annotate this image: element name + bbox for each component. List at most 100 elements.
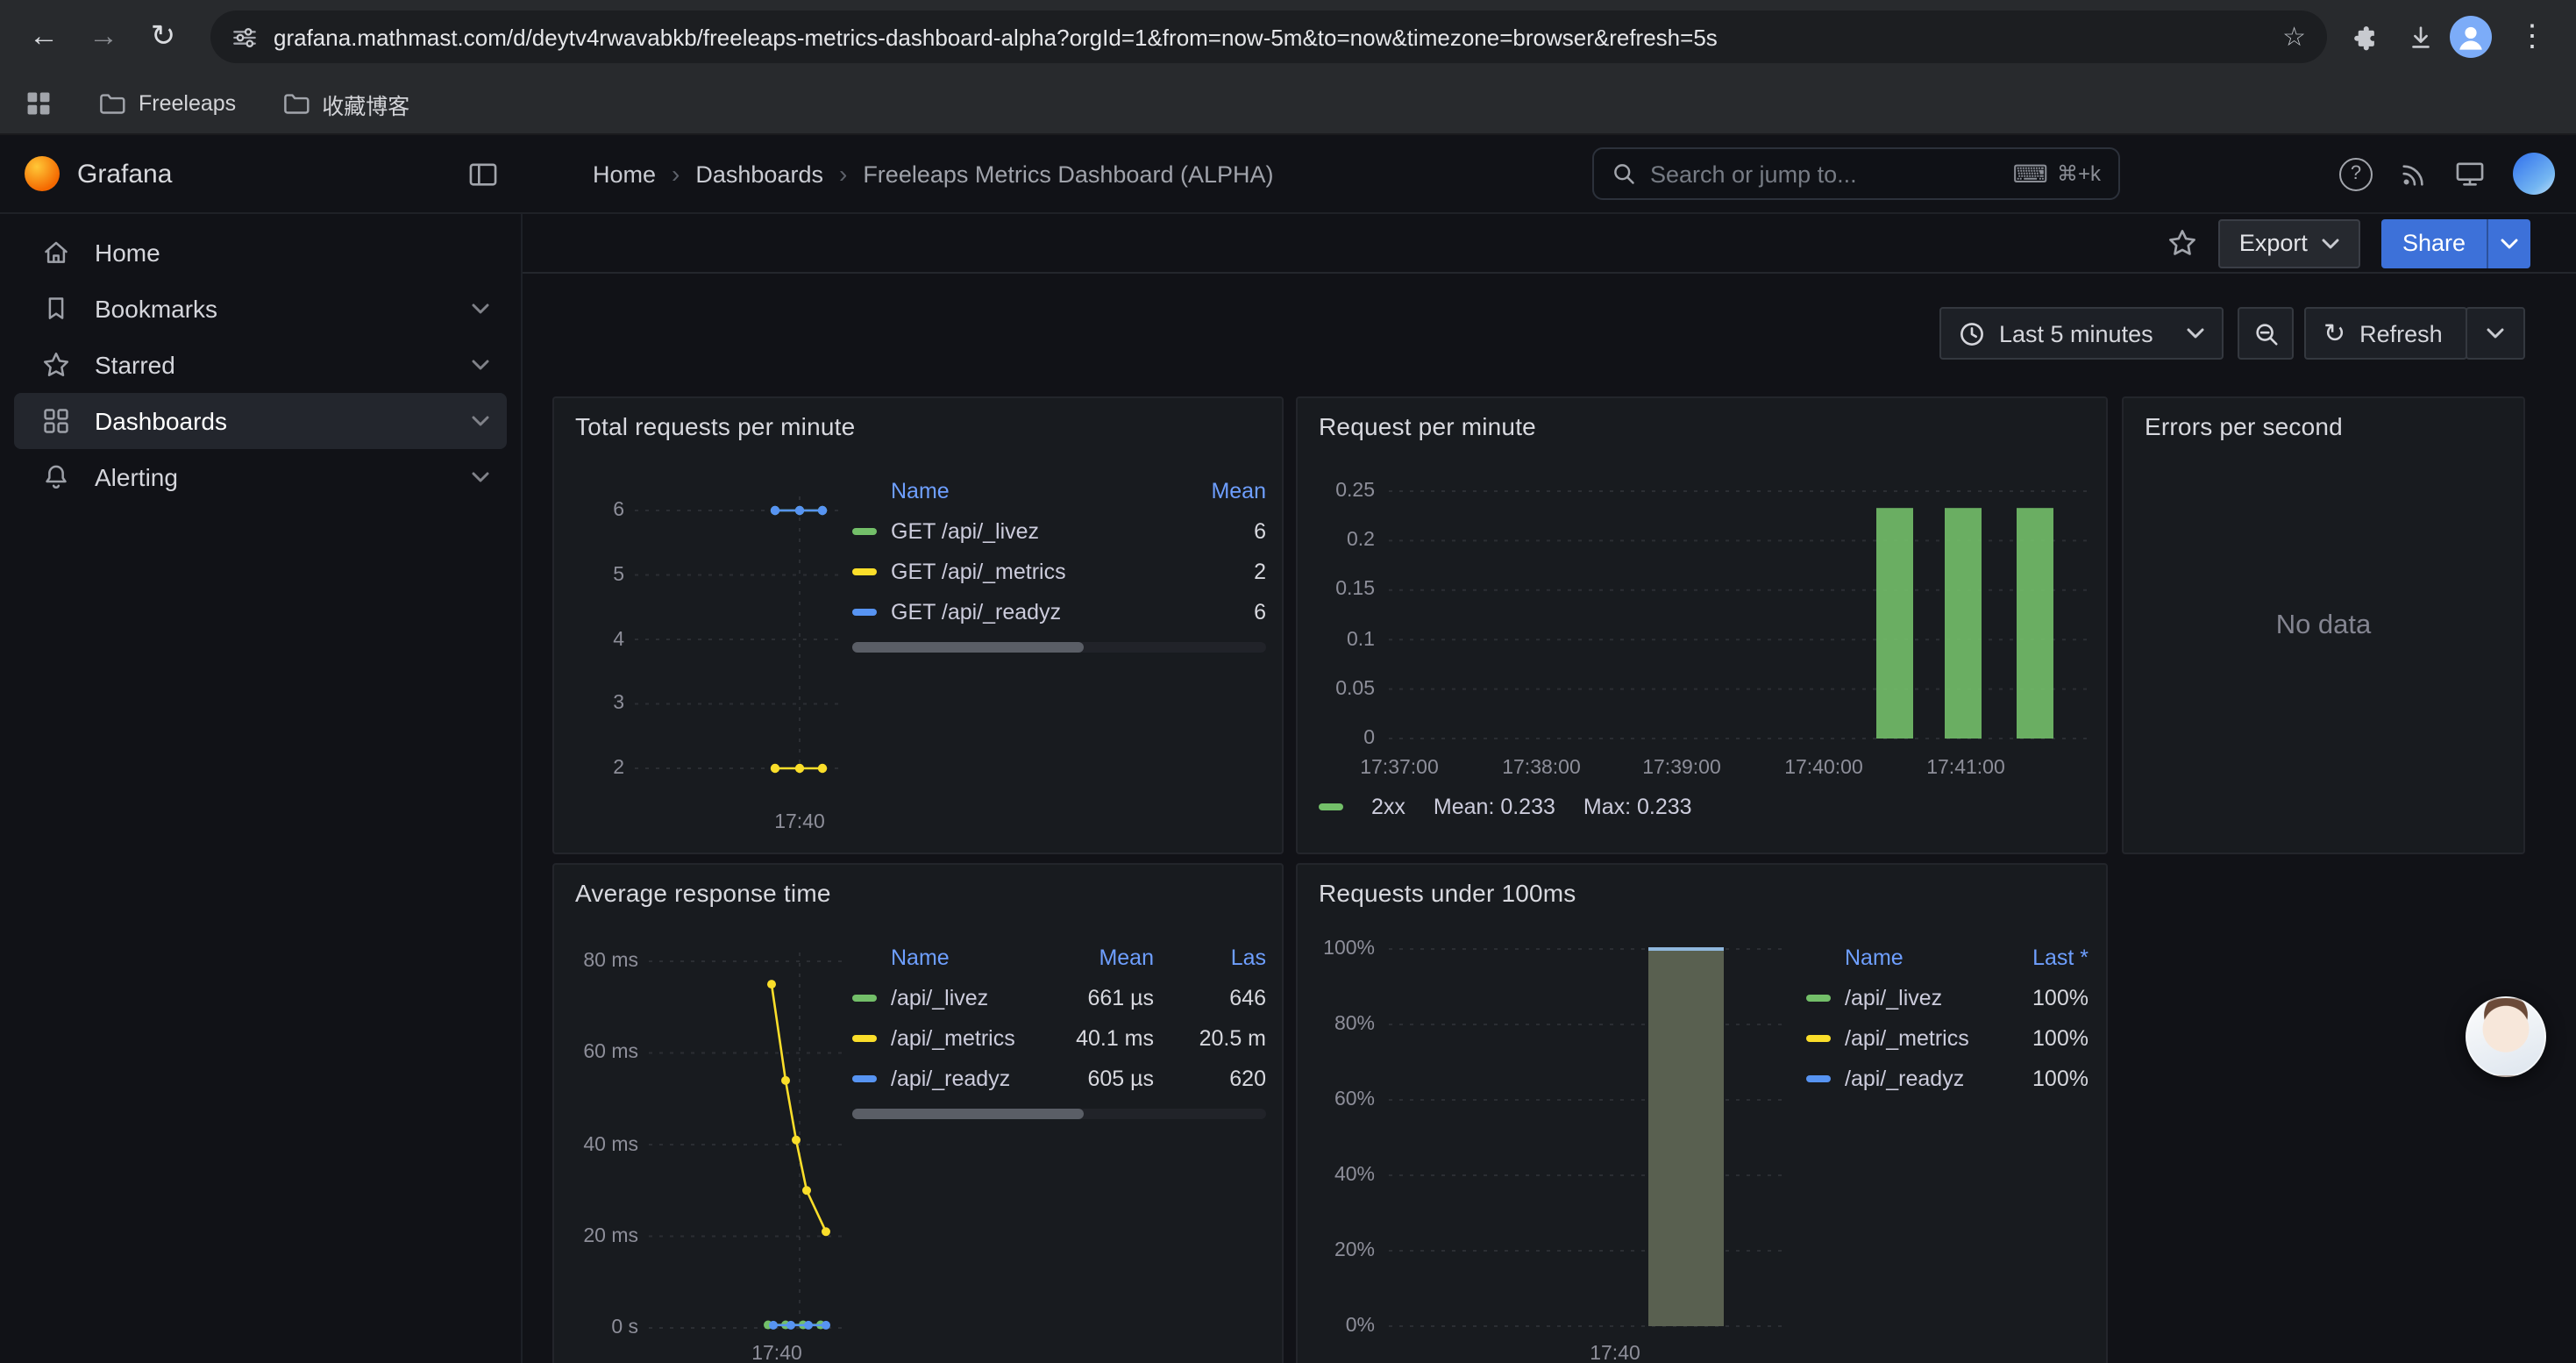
legend-series-name[interactable]: /api/_metrics bbox=[852, 1025, 1042, 1050]
legend-bottom[interactable]: 2xx Mean: 0.233 Max: 0.233 bbox=[1319, 795, 1692, 819]
legend-table: NameMeanLas/api/_livez661 µs646/api/_met… bbox=[852, 938, 1266, 1098]
search-input[interactable]: Search or jump to... ⌨ ⌘+k bbox=[1592, 147, 2120, 200]
apps-grid-icon[interactable] bbox=[25, 89, 53, 118]
refresh-button[interactable]: ↻ Refresh bbox=[2304, 307, 2467, 360]
sidebar-item-alerting[interactable]: Alerting bbox=[14, 449, 507, 505]
bookmark-item-freeleaps[interactable]: Freeleaps bbox=[98, 91, 236, 116]
legend-header-row: NameMeanLas bbox=[852, 938, 1266, 977]
sidebar-toggle-icon[interactable] bbox=[468, 161, 498, 187]
legend-row[interactable]: /api/_metrics100% bbox=[1806, 1017, 2089, 1058]
export-button[interactable]: Export bbox=[2218, 218, 2360, 268]
zoom-out-button[interactable] bbox=[2238, 307, 2294, 360]
legend-header[interactable]: Name bbox=[1806, 946, 1976, 970]
legend-series-name[interactable]: /api/_readyz bbox=[1806, 1066, 1976, 1090]
legend-header[interactable]: Last * bbox=[1976, 946, 2089, 970]
favorite-star-icon[interactable] bbox=[2167, 228, 2197, 258]
extensions-icon[interactable] bbox=[2348, 22, 2378, 52]
chevron-down-icon bbox=[2501, 238, 2518, 248]
back-icon[interactable]: ← bbox=[18, 11, 70, 63]
legend-header[interactable]: Name bbox=[852, 946, 1042, 970]
breadcrumb-current: Freeleaps Metrics Dashboard (ALPHA) bbox=[863, 161, 1273, 187]
legend-value: 646 bbox=[1154, 985, 1266, 1010]
bar bbox=[1648, 949, 1724, 1326]
site-settings-icon[interactable] bbox=[231, 24, 258, 50]
legend-series-name[interactable]: /api/_readyz bbox=[852, 1066, 1042, 1090]
chevron-down-icon[interactable] bbox=[472, 360, 489, 370]
sidebar: Home Bookmarks Starred Dashbo bbox=[0, 214, 523, 1363]
series-point bbox=[781, 1076, 790, 1085]
search-placeholder: Search or jump to... bbox=[1650, 161, 1999, 187]
legend-header[interactable]: Mean bbox=[1042, 946, 1154, 970]
series-point bbox=[822, 1227, 830, 1236]
share-menu-button[interactable] bbox=[2487, 218, 2530, 268]
legend-row[interactable]: /api/_livez661 µs646 bbox=[852, 977, 1266, 1017]
panel-total-requests-per-minute[interactable]: Total requests per minute 6543217:40 Nam… bbox=[552, 396, 1284, 854]
reload-icon[interactable]: ↻ bbox=[137, 11, 189, 63]
breadcrumb-dashboards[interactable]: Dashboards bbox=[695, 161, 823, 187]
legend-series-name[interactable]: GET /api/_readyz bbox=[852, 599, 1154, 624]
series-name-text: /api/_metrics bbox=[891, 1025, 1015, 1050]
legend-scrollbar[interactable] bbox=[852, 1109, 1266, 1119]
panel-request-per-minute[interactable]: Request per minute 0.250.20.150.10.05017… bbox=[1296, 396, 2108, 854]
browser-menu-icon[interactable]: ⋮ bbox=[2506, 11, 2558, 63]
sidebar-item-home[interactable]: Home bbox=[14, 225, 507, 281]
sidebar-item-dashboards[interactable]: Dashboards bbox=[14, 393, 507, 449]
breadcrumb-home[interactable]: Home bbox=[593, 161, 656, 187]
forward-icon[interactable]: → bbox=[77, 11, 130, 63]
series-point bbox=[771, 506, 779, 515]
downloads-icon[interactable] bbox=[2406, 22, 2436, 52]
legend-header[interactable]: Las bbox=[1154, 946, 1266, 970]
share-label: Share bbox=[2402, 230, 2466, 256]
legend-row[interactable]: /api/_livez100% bbox=[1806, 977, 2089, 1017]
sidebar-item-label: Dashboards bbox=[95, 407, 447, 435]
series-label[interactable]: 2xx bbox=[1371, 795, 1405, 819]
share-button[interactable]: Share bbox=[2381, 218, 2487, 268]
legend-scrollbar[interactable] bbox=[852, 642, 1266, 653]
grafana-logo-icon[interactable] bbox=[25, 156, 60, 191]
panel-errors-per-second[interactable]: Errors per second No data bbox=[2122, 396, 2525, 854]
refresh-interval-button[interactable] bbox=[2466, 307, 2525, 360]
time-range-button[interactable]: Last 5 minutes bbox=[1939, 307, 2224, 360]
home-icon bbox=[42, 239, 70, 267]
assistant-avatar[interactable] bbox=[2466, 996, 2546, 1077]
help-icon[interactable]: ? bbox=[2339, 157, 2373, 190]
legend-series-name[interactable]: GET /api/_metrics bbox=[852, 559, 1154, 583]
browser-profile-avatar[interactable] bbox=[2450, 16, 2492, 58]
series-name-text: /api/_metrics bbox=[1845, 1025, 1969, 1050]
url-bar[interactable]: grafana.mathmast.com/d/deytv4rwavabkb/fr… bbox=[210, 11, 2327, 63]
news-rss-icon[interactable] bbox=[2401, 161, 2427, 187]
bookmark-page-star-icon[interactable]: ☆ bbox=[2282, 21, 2306, 53]
sidebar-item-starred[interactable]: Starred bbox=[14, 337, 507, 393]
scrollbar-thumb[interactable] bbox=[852, 642, 1084, 653]
legend-row[interactable]: /api/_readyz100% bbox=[1806, 1058, 2089, 1098]
chevron-down-icon[interactable] bbox=[472, 416, 489, 426]
legend-row[interactable]: GET /api/_livez6 bbox=[852, 510, 1266, 551]
legend-series-name[interactable]: GET /api/_livez bbox=[852, 518, 1154, 543]
legend-series-name[interactable]: /api/_livez bbox=[852, 985, 1042, 1010]
legend-series-name[interactable]: /api/_livez bbox=[1806, 985, 1976, 1010]
person-icon bbox=[2451, 18, 2490, 56]
url-text: grafana.mathmast.com/d/deytv4rwavabkb/fr… bbox=[274, 24, 2266, 50]
legend-header[interactable]: Mean bbox=[1154, 479, 1266, 503]
legend-header[interactable]: Name bbox=[852, 479, 1154, 503]
panel-requests-under-100ms[interactable]: Requests under 100ms 100%80%60%40%20%0%1… bbox=[1296, 863, 2108, 1363]
panel-average-response-time[interactable]: Average response time 80 ms60 ms40 ms20 … bbox=[552, 863, 1284, 1363]
chevron-down-icon[interactable] bbox=[472, 303, 489, 314]
series-swatch bbox=[1806, 994, 1831, 1001]
series-swatch bbox=[1319, 803, 1343, 810]
scrollbar-thumb[interactable] bbox=[852, 1109, 1084, 1119]
bookmark-item-blog[interactable]: 收藏博客 bbox=[281, 87, 409, 120]
sidebar-item-bookmarks[interactable]: Bookmarks bbox=[14, 281, 507, 337]
user-avatar[interactable] bbox=[2513, 153, 2555, 195]
legend-row[interactable]: /api/_metrics40.1 ms20.5 m bbox=[852, 1017, 1266, 1058]
legend-series-name[interactable]: /api/_metrics bbox=[1806, 1025, 1976, 1050]
bookmark-icon bbox=[42, 295, 70, 323]
legend-row[interactable]: /api/_readyz605 µs620 bbox=[852, 1058, 1266, 1098]
browser-toolbar: ← → ↻ grafana.mathmast.com/d/deytv4rwava… bbox=[0, 0, 2576, 74]
series-name-text: /api/_livez bbox=[891, 985, 988, 1010]
legend-row[interactable]: GET /api/_metrics2 bbox=[852, 551, 1266, 591]
series-swatch bbox=[852, 608, 877, 615]
display-icon[interactable] bbox=[2455, 161, 2485, 187]
chevron-down-icon[interactable] bbox=[472, 472, 489, 482]
legend-row[interactable]: GET /api/_readyz6 bbox=[852, 591, 1266, 632]
